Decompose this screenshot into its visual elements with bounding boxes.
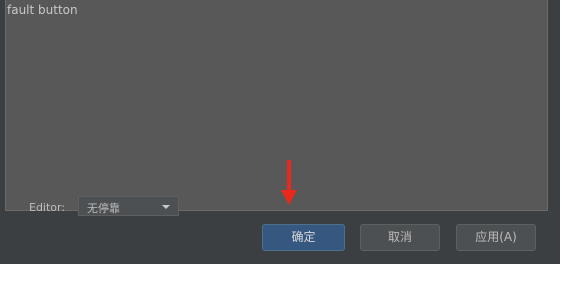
annotation-arrow-icon [281,190,297,205]
apply-button[interactable]: 应用(A) [456,224,536,251]
cancel-button[interactable]: 取消 [360,224,440,251]
editor-dropdown-value: 无停靠 [87,202,120,215]
settings-dialog: fault button Editor: 无停靠 确定 取消 应用(A) [0,0,560,264]
ok-button[interactable]: 确定 [262,224,345,251]
editor-label: Editor: [29,201,66,214]
content-text: fault button [7,3,78,17]
editor-dropdown[interactable]: 无停靠 [78,196,179,216]
annotation-arrow-shaft [287,160,291,192]
screenshot-frame: fault button Editor: 无停靠 确定 取消 应用(A) [0,0,570,283]
chevron-down-icon [162,205,170,209]
content-panel: fault button [5,0,548,211]
